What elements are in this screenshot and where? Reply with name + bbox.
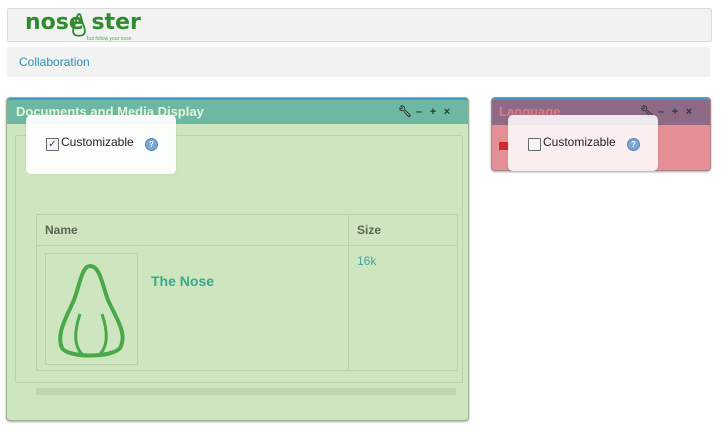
site-header: nose ster but follow your nose.: [7, 8, 712, 42]
maximize-icon[interactable]: +: [426, 106, 440, 118]
wrench-icon[interactable]: 🔧︎: [398, 105, 412, 118]
column-divider: [348, 215, 349, 370]
help-icon[interactable]: ?: [145, 138, 158, 151]
customizable-checkbox[interactable]: [528, 138, 541, 151]
customizable-popup: ✓ Customizable ?: [26, 115, 176, 174]
close-icon[interactable]: ×: [682, 106, 696, 118]
maximize-icon[interactable]: +: [668, 106, 682, 118]
header-divider: [37, 245, 457, 246]
navigation-bar: Collaboration: [7, 47, 710, 77]
document-link[interactable]: The Nose: [151, 273, 214, 289]
customizable-label: Customizable: [543, 135, 616, 149]
horizontal-scrollbar[interactable]: [36, 388, 456, 395]
logo-pear-icon: [72, 13, 86, 37]
minimize-icon[interactable]: –: [412, 106, 426, 118]
help-icon[interactable]: ?: [627, 138, 640, 151]
customizable-popup: Customizable ?: [508, 115, 658, 171]
column-header-name[interactable]: Name: [45, 223, 78, 237]
nav-link-collaboration[interactable]: Collaboration: [19, 55, 90, 69]
logo-tagline: but follow your nose.: [87, 36, 133, 42]
document-size: 16k: [357, 254, 377, 268]
customizable-label: Customizable: [61, 135, 134, 149]
site-logo[interactable]: nose ster but follow your nose.: [25, 11, 141, 49]
pear-nose-icon: [58, 263, 125, 358]
document-thumbnail[interactable]: [45, 253, 138, 365]
documents-table: Name Size The Nose 16k: [36, 214, 458, 371]
close-icon[interactable]: ×: [440, 106, 454, 118]
portlet-tools: 🔧︎ – + ×: [398, 105, 454, 118]
column-header-size[interactable]: Size: [357, 223, 381, 237]
customizable-checkbox[interactable]: ✓: [46, 138, 59, 151]
